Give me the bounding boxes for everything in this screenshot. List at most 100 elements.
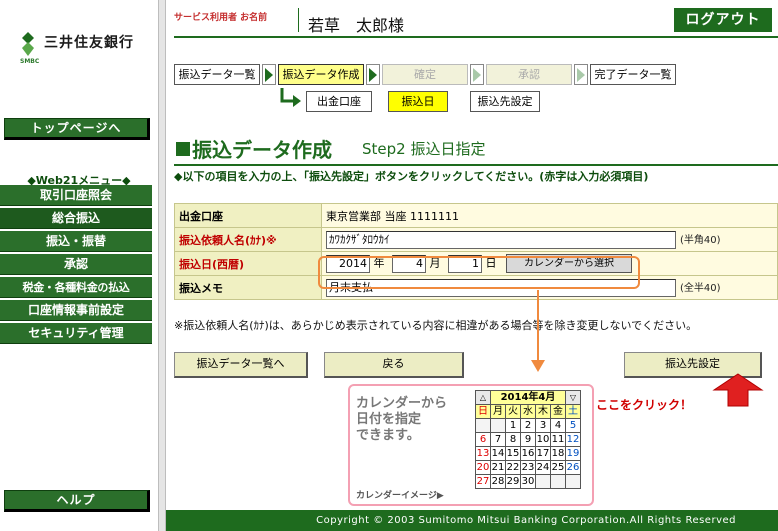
date-label: 振込日(西暦)	[174, 251, 322, 276]
account-label: 出金口座	[174, 203, 322, 228]
back-button[interactable]: 戻る	[324, 352, 464, 378]
step-arrow-icon	[574, 64, 588, 85]
transfer-list-button[interactable]: 振込データ一覧へ	[174, 352, 308, 378]
help-button[interactable]: ヘルプ	[4, 490, 150, 512]
account-value: 東京営業部 当座 1111111	[321, 203, 778, 228]
memo-label: 振込メモ	[174, 275, 322, 300]
calendar-day: 9	[520, 432, 536, 447]
calendar-week: 13 14 15 16 17 18 19	[475, 446, 581, 461]
header-divider	[298, 8, 299, 32]
form-footnote: ※振込依頼人名(ｶﾅ)は、あらかじめ表示されている内容に相違がある場合等を除き変…	[174, 319, 698, 332]
calendar-day: 21	[490, 460, 506, 475]
page-title: 振込データ作成	[192, 138, 332, 162]
logout-button[interactable]: ログアウト	[674, 8, 772, 32]
web21-menu: 取引口座照会 総合振込 振込・振替 承認 税金・各種料金の払込 口座情報事前設定…	[0, 185, 152, 346]
calendar-day: 15	[505, 446, 521, 461]
weekday: 土	[565, 404, 581, 419]
calendar-day	[565, 474, 581, 489]
top-page-button[interactable]: トップページへ	[4, 118, 150, 140]
weekday: 日	[475, 404, 491, 419]
calendar-day: 25	[550, 460, 566, 475]
weekday: 火	[505, 404, 521, 419]
menu-item-security[interactable]: セキュリティ管理	[0, 323, 152, 344]
calendar-day: 18	[550, 446, 566, 461]
menu-item-account-presetting[interactable]: 口座情報事前設定	[0, 300, 152, 321]
weekday: 木	[535, 404, 551, 419]
calendar-day: 19	[565, 446, 581, 461]
calendar-day: 23	[520, 460, 536, 475]
page-heading: 振込データ作成 Step2 振込日指定	[176, 134, 485, 164]
step-arrow-icon	[366, 64, 380, 85]
weekday: 金	[550, 404, 566, 419]
header-rule	[174, 36, 778, 38]
callout-connector	[537, 290, 539, 362]
calendar-month: 2014年4月	[490, 390, 566, 405]
sidebar-divider	[158, 0, 166, 531]
menu-item-tax-payment[interactable]: 税金・各種料金の払込	[0, 277, 152, 298]
substep-payee-setting: 振込先設定	[470, 91, 540, 112]
callout-line: 日付を指定	[356, 412, 422, 427]
memo-note: (全半40)	[680, 282, 721, 294]
calendar-day: 2	[520, 418, 536, 433]
calendar-callout-text: カレンダーから 日付を指定 できます。	[356, 396, 468, 444]
calendar-day: 3	[535, 418, 551, 433]
calendar-day: 6	[475, 432, 491, 447]
copyright-footer: Copyright © 2003 Sumitomo Mitsui Banking…	[166, 510, 778, 531]
heading-square-icon	[176, 141, 190, 156]
calendar-image: △ 2014年4月 ▽ 日 月 火 水 木 金 土 1 2 3 4 5 6 7 …	[475, 390, 581, 489]
callout-arrow-icon	[531, 360, 545, 372]
calendar-day: 27	[475, 474, 491, 489]
bank-name: 三井住友銀行	[44, 35, 134, 51]
callout-line: できます。	[356, 428, 420, 443]
menu-item-transfer[interactable]: 振込・振替	[0, 231, 152, 252]
calendar-day: 8	[505, 432, 521, 447]
step-transfer-list[interactable]: 振込データ一覧	[174, 64, 260, 85]
smbc-logo-icon	[22, 32, 34, 56]
requester-name-input[interactable]: ｶﾜｶｸｻﾞﾀﾛｳｶｲ	[326, 230, 676, 249]
bank-logo: 三井住友銀行 SMBC	[20, 30, 150, 66]
prev-month-icon: △	[475, 390, 491, 405]
calendar-day: 17	[535, 446, 551, 461]
calendar-day: 10	[535, 432, 551, 447]
calendar-day: 22	[505, 460, 521, 475]
calendar-day: 12	[565, 432, 581, 447]
date-highlight-frame	[318, 256, 640, 289]
menu-item-bulk-transfer[interactable]: 総合振込	[0, 208, 152, 229]
requester-note: (半角40)	[680, 234, 721, 246]
step-arrow-icon	[262, 64, 276, 85]
calendar-day: 5	[565, 418, 581, 433]
substep-transfer-date: 振込日	[388, 91, 448, 112]
calendar-day: 1	[505, 418, 521, 433]
calendar-week: 1 2 3 4 5	[475, 418, 581, 433]
page-step-title: Step2 振込日指定	[362, 140, 486, 158]
calendar-day: 11	[550, 432, 566, 447]
instruction-text: ◆以下の項目を入力の上、「振込先設定」ボタンをクリックしてください。(赤字は入力…	[174, 170, 649, 183]
calendar-day: 29	[505, 474, 521, 489]
calendar-week: 20 21 22 23 24 25 26	[475, 460, 581, 475]
calendar-day: 26	[565, 460, 581, 475]
calendar-day: 20	[475, 460, 491, 475]
calendar-day: 4	[550, 418, 566, 433]
main-content: サービス利用者 お名前 若草 太郎様 ログアウト 振込データ一覧 振込データ作成…	[166, 0, 778, 531]
click-hint-text: ここをクリック！	[596, 398, 693, 412]
calendar-day: 14	[490, 446, 506, 461]
step-create-data: 振込データ作成	[278, 64, 364, 85]
form-row-requester: 振込依頼人名(ｶﾅ)※ ｶﾜｶｸｻﾞﾀﾛｳｶｲ (半角40)	[174, 227, 778, 252]
sidebar: 三井住友銀行 SMBC トップページへ ◆Web21メニュー◆ 取引口座照会 総…	[0, 0, 158, 531]
calendar-day	[490, 418, 506, 433]
calendar-weekday-row: 日 月 火 水 木 金 土	[475, 404, 581, 419]
bank-sub: SMBC	[20, 58, 40, 65]
menu-item-approval[interactable]: 承認	[0, 254, 152, 275]
calendar-day: 13	[475, 446, 491, 461]
calendar-callout: カレンダーから 日付を指定 できます。 カレンダーイメージ▶ △ 2014年4月…	[348, 384, 594, 506]
next-month-icon: ▽	[565, 390, 581, 405]
user-name: 若草 太郎様	[308, 16, 405, 35]
calendar-day	[535, 474, 551, 489]
step-approval: 承認	[486, 64, 572, 85]
substep-arrow-icon	[280, 88, 301, 107]
calendar-day: 7	[490, 432, 506, 447]
calendar-week: 27 28 29 30	[475, 474, 581, 489]
user-label: サービス利用者 お名前	[174, 13, 268, 23]
heading-rule	[174, 164, 778, 166]
menu-item-account-inquiry[interactable]: 取引口座照会	[0, 185, 152, 206]
